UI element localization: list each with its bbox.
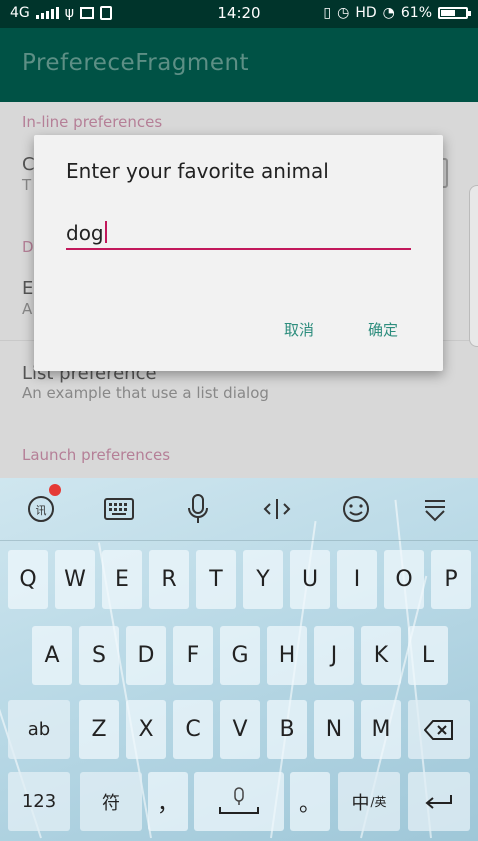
animal-input[interactable]: dog xyxy=(66,221,411,251)
language-key-sub: /英 xyxy=(370,795,387,809)
comma-key[interactable]: ， xyxy=(148,772,188,831)
app-bar: PrefereceFragment xyxy=(0,28,478,102)
pref-list-summary: An example that use a list dialog xyxy=(22,384,269,402)
cursor-move-icon[interactable] xyxy=(260,492,294,526)
key-w[interactable]: W xyxy=(55,550,95,609)
text-caret xyxy=(104,221,107,243)
edge-scroll-handle[interactable] xyxy=(469,185,478,347)
period-key[interactable]: 。 xyxy=(290,772,330,831)
key-u[interactable]: U xyxy=(290,550,330,609)
key-y[interactable]: Y xyxy=(243,550,283,609)
key-l[interactable]: L xyxy=(408,626,448,685)
pref-edittext-title[interactable]: E xyxy=(22,278,33,299)
alarm-icon: ◷ xyxy=(337,5,350,21)
key-k[interactable]: K xyxy=(361,626,401,685)
key-z[interactable]: Z xyxy=(79,700,119,759)
language-key[interactable]: 中/英 xyxy=(338,772,400,831)
status-right: ▯ ◷ HD ◔ 61% xyxy=(323,5,471,21)
battery-percent: 61% xyxy=(400,5,432,21)
key-v[interactable]: V xyxy=(220,700,260,759)
vibrate-icon: ▯ xyxy=(323,5,332,21)
key-m[interactable]: M xyxy=(361,700,401,759)
hide-keyboard-icon[interactable] xyxy=(418,492,452,526)
key-c[interactable]: C xyxy=(173,700,213,759)
key-g[interactable]: G xyxy=(220,626,260,685)
key-f[interactable]: F xyxy=(173,626,213,685)
pref-edittext-summary: A xyxy=(22,300,33,318)
keyboard-icon[interactable] xyxy=(102,492,136,526)
key-q[interactable]: Q xyxy=(8,550,48,609)
soft-keyboard: 讯 ab 123 符 ， 。 中/英 QWERTYUIOP ASDFGHJKL ZX xyxy=(0,478,478,841)
category-dialog: D xyxy=(22,238,34,256)
emoji-icon[interactable] xyxy=(339,492,373,526)
keyboard-toolbar: 讯 xyxy=(0,478,478,541)
shift-key[interactable]: ab xyxy=(8,700,70,759)
key-e[interactable]: E xyxy=(102,550,142,609)
wifi-icon: ◔ xyxy=(382,5,395,21)
ime-logo-icon[interactable]: 讯 xyxy=(24,492,58,526)
hd-label: HD xyxy=(355,5,377,21)
language-key-label: 中 xyxy=(351,792,370,814)
backspace-key[interactable] xyxy=(408,700,470,759)
key-o[interactable]: O xyxy=(384,550,424,609)
cancel-button[interactable]: 取消 xyxy=(284,319,314,340)
key-i[interactable]: I xyxy=(337,550,377,609)
battery-icon xyxy=(438,7,471,19)
space-key[interactable] xyxy=(194,772,284,831)
key-a[interactable]: A xyxy=(32,626,72,685)
number-key[interactable]: 123 xyxy=(8,772,70,831)
microphone-icon[interactable] xyxy=(181,492,215,526)
key-b[interactable]: B xyxy=(267,700,307,759)
key-j[interactable]: J xyxy=(314,626,354,685)
enter-key[interactable] xyxy=(408,772,470,831)
dialog-title: Enter your favorite animal xyxy=(66,159,329,183)
notification-dot xyxy=(49,484,61,496)
animal-input-value: dog xyxy=(66,221,104,245)
enter-icon xyxy=(425,794,452,809)
svg-text:讯: 讯 xyxy=(36,504,47,517)
edittext-dialog: Enter your favorite animal dog 取消 确定 xyxy=(34,135,443,371)
input-underline xyxy=(66,248,411,250)
pref-checkbox-title[interactable]: C xyxy=(22,154,35,175)
symbol-key[interactable]: 符 xyxy=(80,772,142,831)
key-h[interactable]: H xyxy=(267,626,307,685)
category-inline: In-line preferences xyxy=(22,113,163,131)
pref-checkbox-summary: T xyxy=(22,176,32,194)
key-r[interactable]: R xyxy=(149,550,189,609)
page-title: PrefereceFragment xyxy=(22,50,250,76)
key-n[interactable]: N xyxy=(314,700,354,759)
key-p[interactable]: P xyxy=(431,550,471,609)
key-x[interactable]: X xyxy=(126,700,166,759)
backspace-icon xyxy=(424,719,453,740)
ok-button[interactable]: 确定 xyxy=(368,319,398,340)
key-d[interactable]: D xyxy=(126,626,166,685)
space-mic-icon xyxy=(219,786,259,814)
category-launch: Launch preferences xyxy=(22,446,171,464)
status-bar: 4G ψ 14:20 ▯ ◷ HD ◔ 61% xyxy=(0,0,478,28)
key-t[interactable]: T xyxy=(196,550,236,609)
key-s[interactable]: S xyxy=(79,626,119,685)
